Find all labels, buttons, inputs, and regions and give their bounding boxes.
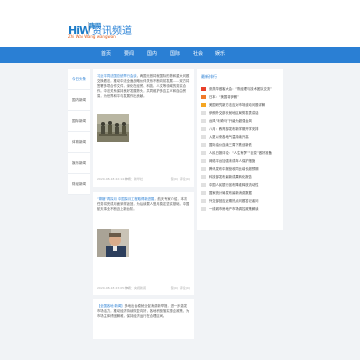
sidebar-item[interactable]: 今日头条	[68, 69, 90, 90]
site-logo[interactable]: HiW 嗨网 Zhi Wai Wang wangwan	[68, 20, 116, 42]
news-headline-link[interactable]: “嫦娥”再探月 中国探月工程取得新进展	[97, 197, 154, 201]
hot-item-label: 一线城市房地产市场调控政策解读	[209, 207, 259, 211]
rank-badge	[201, 198, 206, 203]
news-summary: “嫦娥”再探月 中国探月工程取得新进展，航天专家介绍，本次任务将完成月面采样返回…	[97, 197, 190, 212]
hot-item-label: 中国人民银行宣布降准释放流动性	[209, 183, 259, 187]
nav-item-domestic[interactable]: 国内	[147, 50, 157, 57]
hot-item[interactable]: 国家统计局发布最新消费数据	[201, 190, 280, 195]
hot-item[interactable]: 美国研究新方法应对市场波动问题详解	[201, 102, 280, 107]
hot-item-label: 人民日报评论：“人生有梦”“巨变”做好准备	[209, 151, 272, 155]
news-meta: 2020-08-18 23:05:36 作者：央视新闻 赞(0) 评论(0)	[97, 286, 190, 292]
nav-item-society[interactable]: 社会	[193, 50, 203, 57]
news-card[interactable]: “嫦娥”再探月 中国探月工程取得新进展，航天专家介绍，本次任务将完成月面采样返回…	[93, 192, 194, 295]
rank-badge	[201, 126, 206, 131]
hot-item-label: 网络平台加强未成年人保护措施	[209, 159, 256, 163]
hot-item-label: 国际油价连续三周下跌创新低	[209, 143, 252, 147]
hot-item-label: 美国研究新方法应对市场波动问题详解	[209, 103, 266, 107]
hot-item-label: 外交部回应近期热点问题答记者问	[209, 199, 259, 203]
rank-badge	[201, 174, 206, 179]
rank-badge	[201, 110, 206, 115]
rank-badge	[201, 134, 206, 139]
hot-item[interactable]: 一线城市房地产市场调控政策解读	[201, 206, 280, 211]
site-title: 资讯频道	[92, 26, 132, 37]
rank-badge	[201, 166, 206, 171]
hot-item[interactable]: 网络平台加强未成年人保护措施	[201, 158, 280, 163]
main-nav: 首页 要闻 国内 国际 社会 娱乐	[0, 47, 360, 63]
hot-item[interactable]: 台风“利奇马”升级为超强台风	[201, 118, 280, 123]
hot-item[interactable]: 腾讯发布中报营收同比增长超预期	[201, 166, 280, 171]
sidebar-item[interactable]: 财经新闻	[68, 174, 90, 195]
nav-item-entertainment[interactable]: 娱乐	[215, 50, 225, 57]
rank-badge	[201, 118, 206, 123]
hot-item[interactable]: 中国人民银行宣布降准释放流动性	[201, 182, 280, 187]
like-button[interactable]: 赞(0)	[171, 286, 178, 290]
rank-badge	[201, 86, 206, 91]
news-summary: 【全国各地·新闻】多地出台稳就业促消费新举措，进一步激发市场活力，推动经济持续恢…	[97, 304, 190, 319]
news-author: 作者：央视新闻	[125, 286, 147, 290]
hot-ranking-panel: 最新排行 张燕华做客大会：“陈经理与技术团队交流” 日本：“美国将伊朗” 美国研…	[197, 69, 283, 230]
nav-item-news[interactable]: 要闻	[124, 50, 134, 57]
hot-item-label: 科技部发布最新成果转化报告	[209, 175, 252, 179]
news-headline-link[interactable]: 【全国各地·新闻】	[97, 304, 124, 308]
comment-button[interactable]: 评论(0)	[180, 177, 190, 181]
person-photo	[97, 229, 129, 257]
sidebar-item[interactable]: 娱乐新闻	[68, 153, 90, 174]
hot-item-label: 国家统计局发布最新消费数据	[209, 191, 252, 195]
news-meta: 2020-08-18 22:14:07 作者：新华社 赞(0) 评论(0)	[97, 177, 190, 183]
news-image[interactable]	[97, 114, 129, 142]
logo-divider	[88, 22, 89, 36]
hot-item[interactable]: 伊朗外交部长就地区局势发表讲话	[201, 110, 280, 115]
nav-item-world[interactable]: 国际	[170, 50, 180, 57]
page: HiW 嗨网 Zhi Wai Wang wangwan 资讯频道 首页 要闻 国…	[0, 0, 360, 360]
news-headline-link[interactable]: 习近平同法国总统举行会谈	[97, 74, 137, 78]
logo-mark-icon: HiW	[68, 24, 91, 42]
news-image[interactable]	[97, 229, 129, 257]
hot-item[interactable]: 国际油价连续三周下跌创新低	[201, 142, 280, 147]
hot-item[interactable]: 人民日报评论：“人生有梦”“巨变”做好准备	[201, 150, 280, 155]
hot-item-label: 入夏以来各地气温持续升高	[209, 135, 249, 139]
hot-item-label: 腾讯发布中报营收同比增长超预期	[209, 167, 259, 171]
hot-item[interactable]: 张燕华做客大会：“陈经理与技术团队交流”	[201, 86, 280, 91]
sidebar-item[interactable]: 国内新闻	[68, 90, 90, 111]
soldiers-photo	[97, 114, 129, 142]
nav-item-home[interactable]: 首页	[101, 50, 111, 57]
rank-badge	[201, 150, 206, 155]
rank-badge	[201, 158, 206, 163]
header: HiW 嗨网 Zhi Wai Wang wangwan 资讯频道	[0, 0, 360, 47]
news-card[interactable]: 【全国各地·新闻】多地出台稳就业促消费新举措，进一步激发市场活力，推动经济持续恢…	[93, 299, 194, 339]
hot-item-label: 伊朗外交部长就地区局势发表讲话	[209, 111, 259, 115]
hot-item-label: 张燕华做客大会：“陈经理与技术团队交流”	[209, 87, 272, 91]
hot-item[interactable]: 日本：“美国将伊朗”	[201, 94, 280, 99]
rank-badge	[201, 206, 206, 211]
like-button[interactable]: 赞(0)	[171, 177, 178, 181]
hot-item[interactable]: 八月：教育部发布新学期开学安排	[201, 126, 280, 131]
rank-badge	[201, 182, 206, 187]
rank-badge	[201, 142, 206, 147]
hot-item[interactable]: 入夏以来各地气温持续升高	[201, 134, 280, 139]
hot-item[interactable]: 外交部回应近期热点问题答记者问	[201, 198, 280, 203]
rank-badge	[201, 102, 206, 107]
rank-badge	[201, 190, 206, 195]
hot-ranking-title: 最新排行	[201, 74, 217, 79]
hot-item-label: 台风“利奇马”升级为超强台风	[209, 119, 252, 123]
hot-item-label: 八月：教育部发布新学期开学安排	[209, 127, 259, 131]
news-author: 作者：新华社	[125, 177, 144, 181]
comment-button[interactable]: 评论(0)	[180, 286, 190, 290]
hot-item-label: 日本：“美国将伊朗”	[209, 95, 239, 99]
hot-item[interactable]: 科技部发布最新成果转化报告	[201, 174, 280, 179]
sidebar-item[interactable]: 体育新闻	[68, 132, 90, 153]
sidebar-item[interactable]: 国际新闻	[68, 111, 90, 132]
news-card[interactable]: 习近平同法国总统举行会谈，两国元首将就国际形势和重大问题交换看法，推动中法全面战…	[93, 69, 194, 187]
category-sidebar: 今日头条 国内新闻 国际新闻 体育新闻 娱乐新闻 财经新闻	[68, 69, 90, 195]
rank-badge	[201, 94, 206, 99]
news-summary: 习近平同法国总统举行会谈，两国元首将就国际形势和重大问题交换看法，推动中法全面战…	[97, 74, 190, 99]
